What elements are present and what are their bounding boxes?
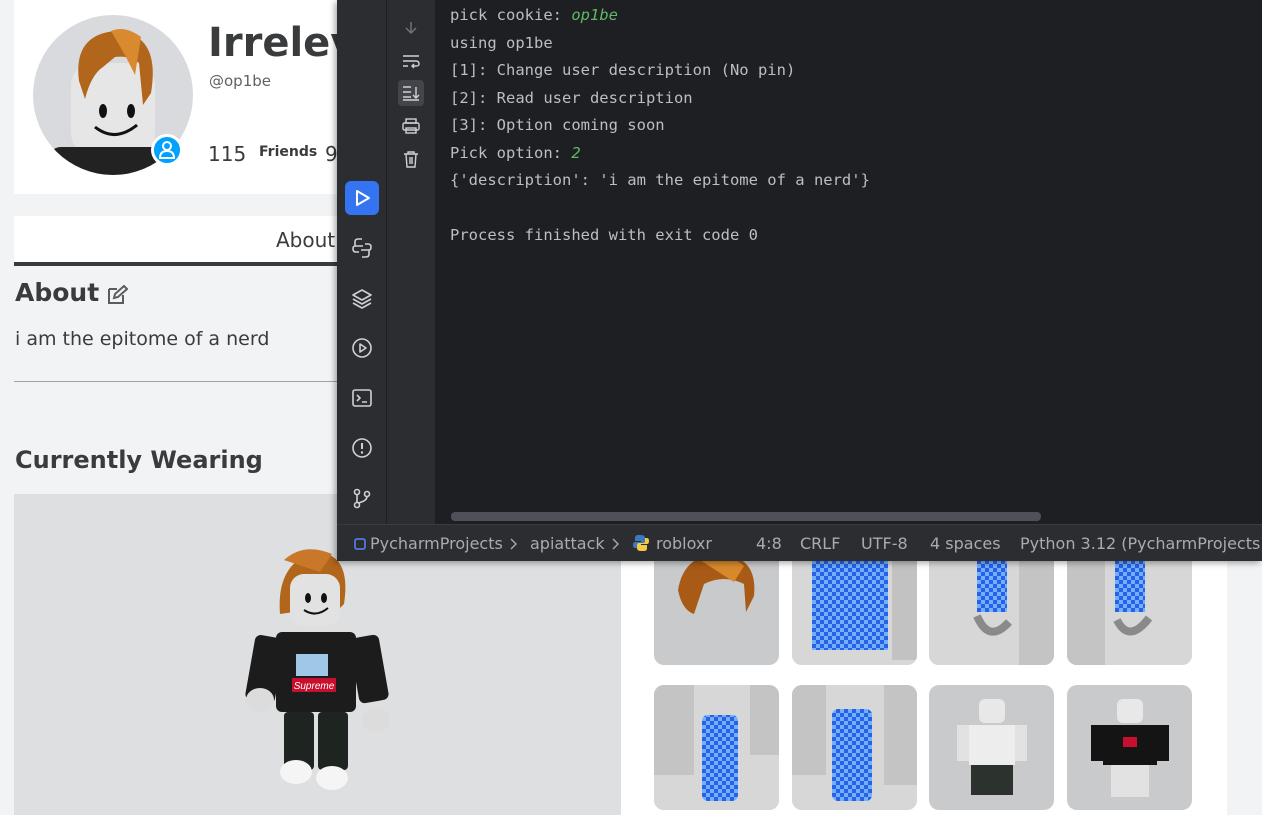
status-bar: PycharmProjects apiattack robloxr 4:8 CR… [337,524,1262,561]
item-right-leg[interactable] [654,685,779,810]
breadcrumb-folder[interactable]: apiattack [530,534,605,553]
file-encoding[interactable]: UTF-8 [861,534,908,553]
display-name: Irrelev [208,20,357,66]
wearing-items-panel [621,540,1227,815]
edit-icon[interactable] [106,284,128,306]
checkered-leg-icon [792,685,917,810]
run-icon[interactable] [345,181,379,215]
chevron-right-icon [612,538,619,550]
tab-active-indicator [14,262,354,266]
soft-wrap-icon[interactable] [398,48,424,74]
problems-icon[interactable] [345,431,379,465]
console-line: {'description': 'i am the epitome of a n… [450,171,870,189]
cursor-position[interactable]: 4:8 [756,534,782,553]
ide-run-window: pick cookie: op1be using op1be [1]: Chan… [337,0,1262,561]
online-status-icon [151,134,183,166]
console-line: Process finished with exit code 0 [450,226,758,244]
divider [14,381,344,382]
line-ending[interactable]: CRLF [800,534,840,553]
python-console-icon[interactable] [345,231,379,265]
console-line: Pick option: 2 [450,144,581,162]
console-action-gutter [387,0,435,524]
friends-label[interactable]: Friends [259,144,317,160]
project-folder-icon [354,538,366,550]
console-line: [3]: Option coming soon [450,116,665,134]
services-icon[interactable] [345,331,379,365]
tab-about[interactable]: About [276,228,335,252]
layers-icon[interactable] [345,281,379,315]
console-line: [1]: Change user description (No pin) [450,61,796,79]
breadcrumb-project[interactable]: PycharmProjects [370,534,503,553]
item-supreme-shirt[interactable] [1067,685,1192,810]
about-description: i am the epitome of a nerd [15,328,270,350]
item-white-shirt[interactable] [929,685,1054,810]
trash-icon[interactable] [398,146,424,172]
python-file-icon [633,535,649,551]
python-interpreter[interactable]: Python 3.12 (PycharmProjects) [1020,534,1262,553]
terminal-icon[interactable] [345,381,379,415]
indent-setting[interactable]: 4 spaces [930,534,1001,553]
profile-tabs: About [14,216,354,262]
avatar-body-icon [957,699,1027,795]
print-icon[interactable] [398,113,424,139]
chevron-right-icon [510,538,517,550]
tool-window-strip [337,0,387,524]
checkered-leg-icon [654,685,779,810]
scroll-down-icon[interactable] [398,15,424,41]
item-left-leg[interactable] [792,685,917,810]
friends-count[interactable]: 115 [208,142,246,166]
scroll-to-end-icon[interactable] [398,80,424,106]
run-console-output[interactable]: pick cookie: op1be using op1be [1]: Chan… [435,0,1262,524]
username: @op1be [209,72,271,90]
horizontal-scrollbar[interactable] [451,512,1041,521]
svg-text:Supreme: Supreme [294,681,335,692]
avatar-body-icon [1091,699,1169,797]
followers-count[interactable]: 9 [325,142,338,166]
git-icon[interactable] [345,481,379,515]
console-line: pick cookie: op1be [450,6,618,24]
console-line: [2]: Read user description [450,89,693,107]
currently-wearing-heading: Currently Wearing [15,446,263,474]
console-line: using op1be [450,34,553,52]
profile-header-card: Irrelev @op1be 115 Friends 9 [14,0,357,194]
breadcrumb-file[interactable]: robloxr [656,534,712,553]
about-heading: About [15,278,100,307]
